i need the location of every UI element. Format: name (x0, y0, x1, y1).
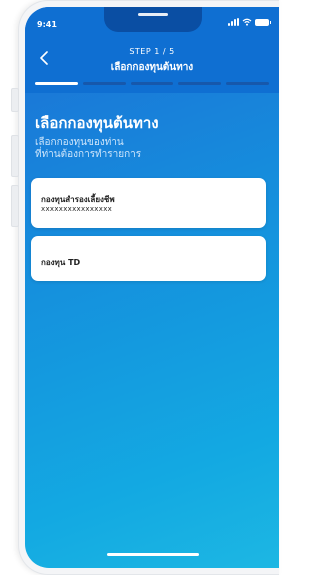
wifi-icon (242, 18, 252, 26)
speaker-grille (138, 13, 168, 16)
progress-segment (82, 82, 126, 85)
volume-up-button (11, 135, 19, 177)
status-time: 9:41 (37, 20, 57, 29)
progress-segment (35, 82, 78, 85)
volume-down-button (11, 185, 19, 227)
page-title: เลือกกองทุนต้นทาง (35, 114, 159, 132)
subtitle-line: เลือกกองทุนของท่าน (35, 137, 124, 148)
fund-name: กองทุน TD (41, 258, 81, 267)
app-screen: 9:41 STEP 1 / 5 เลือกกองทุนต้นทาง เลือกก… (25, 7, 279, 568)
progress-segment (178, 82, 222, 85)
subtitle-line: ที่ท่านต้องการทำรายการ (35, 149, 142, 160)
device-notch (104, 7, 202, 32)
status-icons (228, 18, 271, 26)
fund-card-td[interactable]: กองทุน TD (31, 236, 266, 281)
progress-segment (226, 82, 269, 85)
battery-icon (255, 18, 271, 26)
fund-card-provident[interactable]: กองทุนสำรองเลี้ยงชีพ xxxxxxxxxxxxxxxx (31, 178, 266, 228)
header-title: เลือกกองทุนต้นทาง (110, 62, 194, 73)
mute-switch (11, 88, 19, 112)
page-subtitle: เลือกกองทุนของท่าน ที่ท่านต้องการทำรายกา… (35, 137, 235, 161)
home-indicator[interactable] (107, 553, 199, 556)
progress-segment (130, 82, 174, 85)
fund-account-number: xxxxxxxxxxxxxxxx (41, 205, 113, 213)
signal-icon (228, 18, 239, 26)
step-indicator: STEP 1 / 5 (129, 47, 175, 56)
app-header: 9:41 STEP 1 / 5 เลือกกองทุนต้นทาง (25, 7, 279, 93)
step-progress-bar (35, 82, 269, 85)
